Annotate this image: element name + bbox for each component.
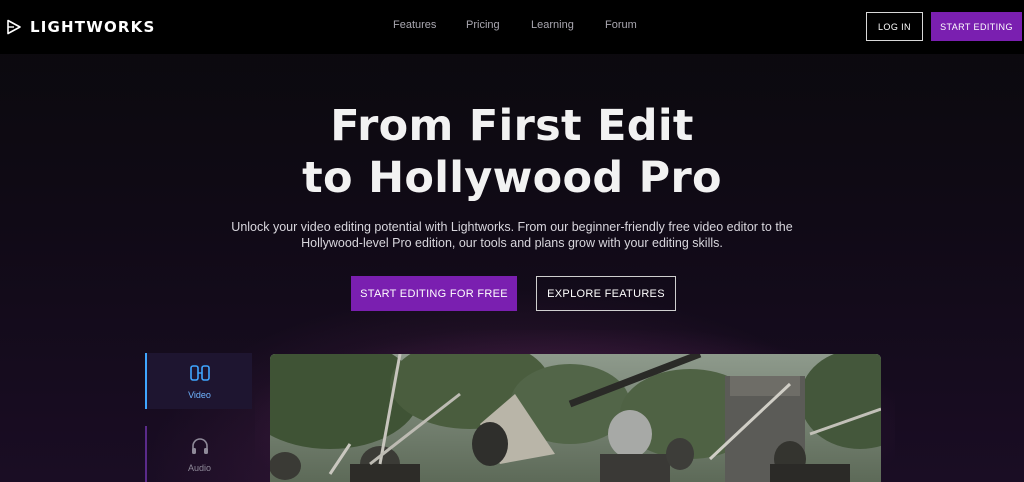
video-preview[interactable]	[270, 354, 881, 482]
hero-subtitle: Unlock your video editing potential with…	[0, 219, 1024, 251]
tab-audio-label: Audio	[187, 463, 212, 473]
nav-link-pricing[interactable]: Pricing	[466, 19, 531, 31]
main-nav: Features Pricing Learning Forum	[393, 19, 637, 31]
nav-link-learning[interactable]: Learning	[531, 19, 605, 31]
explore-features-button[interactable]: EXPLORE FEATURES	[536, 276, 676, 311]
video-icon	[189, 365, 210, 381]
nav-link-forum[interactable]: Forum	[605, 19, 637, 31]
start-editing-button[interactable]: START EDITING	[931, 12, 1022, 41]
tab-video-label: Video	[188, 390, 211, 400]
brand-name: LIGHTWORKS	[30, 18, 156, 36]
battle-scene-image	[270, 354, 881, 482]
hero-title: From First Edit to Hollywood Pro	[0, 100, 1024, 204]
tab-video[interactable]: Video	[145, 353, 252, 409]
tab-audio[interactable]: Audio	[145, 426, 252, 482]
nav-link-features[interactable]: Features	[393, 19, 466, 31]
hero-subtitle-line-1: Unlock your video editing potential with…	[231, 220, 793, 234]
headphones-icon	[191, 438, 208, 454]
hero-subtitle-line-2: Hollywood-level Pro edition, our tools a…	[301, 236, 723, 250]
lightworks-logo-icon	[7, 19, 21, 35]
hero-title-line-2: to Hollywood Pro	[302, 153, 722, 203]
start-editing-free-button[interactable]: START EDITING FOR FREE	[351, 276, 517, 311]
login-button[interactable]: LOG IN	[866, 12, 923, 41]
site-header: LIGHTWORKS Features Pricing Learning For…	[0, 0, 1024, 54]
brand-logo[interactable]: LIGHTWORKS	[6, 16, 156, 38]
hero-title-line-1: From First Edit	[330, 101, 694, 151]
